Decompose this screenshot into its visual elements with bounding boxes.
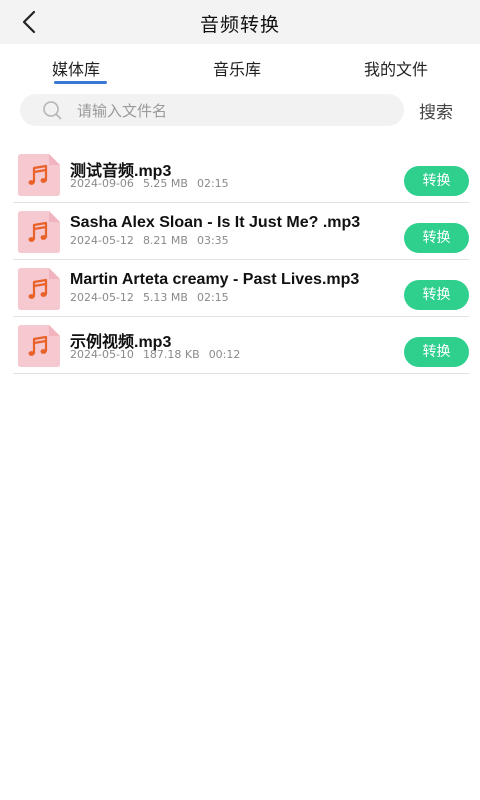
file-duration: 03:35 xyxy=(196,234,229,247)
search-input[interactable]: 请输入文件名 xyxy=(20,94,404,126)
tab-bar: 媒体库 音乐库 我的文件 xyxy=(0,44,480,90)
music-file-icon xyxy=(15,210,61,254)
file-duration: 00:12 xyxy=(208,348,241,361)
file-item[interactable]: Martin Arteta creamy - Past Lives.mp3 202… xyxy=(13,260,469,317)
file-date: 2024-05-10 xyxy=(70,348,134,361)
file-meta: 2024-05-12 8.21 MB 03:35 xyxy=(70,234,238,247)
file-item[interactable]: Sasha Alex Sloan - Is It Just Me? .mp3 20… xyxy=(13,203,469,260)
file-size: 8.21 MB xyxy=(142,234,188,247)
convert-button[interactable]: 转换 xyxy=(404,166,469,196)
file-duration: 02:15 xyxy=(196,291,229,304)
music-file-icon xyxy=(15,153,61,197)
file-size: 187.18 KB xyxy=(142,348,200,361)
tab-music-library[interactable]: 音乐库 xyxy=(213,56,261,80)
tab-my-files[interactable]: 我的文件 xyxy=(364,56,428,80)
file-meta: 2024-05-12 5.13 MB 02:15 xyxy=(70,291,238,304)
file-size: 5.13 MB xyxy=(142,291,188,304)
music-file-icon xyxy=(15,324,61,368)
title-bar: 音频转换 xyxy=(0,0,480,44)
file-item[interactable]: 示例视频.mp3 2024-05-10 187.18 KB 00:12 转换 xyxy=(13,317,469,374)
file-date: 2024-09-06 xyxy=(70,177,134,190)
file-date: 2024-05-12 xyxy=(70,234,134,247)
file-duration: 02:15 xyxy=(196,177,229,190)
file-date: 2024-05-12 xyxy=(70,291,134,304)
file-meta: 2024-09-06 5.25 MB 02:15 xyxy=(70,177,238,190)
file-meta: 2024-05-10 187.18 KB 00:12 xyxy=(70,348,249,361)
search-icon xyxy=(43,101,62,120)
file-name: Sasha Alex Sloan - Is It Just Me? .mp3 xyxy=(70,214,361,231)
search-placeholder: 请输入文件名 xyxy=(77,102,168,120)
file-item[interactable]: 测试音频.mp3 2024-09-06 5.25 MB 02:15 转换 xyxy=(13,146,469,203)
search-button[interactable]: 搜索 xyxy=(419,98,453,123)
file-name: Martin Arteta creamy - Past Lives.mp3 xyxy=(70,271,360,288)
tab-media-library[interactable]: 媒体库 xyxy=(52,56,100,80)
file-size: 5.25 MB xyxy=(142,177,188,190)
music-file-icon xyxy=(15,267,61,311)
convert-button[interactable]: 转换 xyxy=(404,280,469,310)
convert-button[interactable]: 转换 xyxy=(404,223,469,253)
convert-button[interactable]: 转换 xyxy=(404,337,469,367)
file-list: 测试音频.mp3 2024-09-06 5.25 MB 02:15 转换 Sasha Al… xyxy=(13,146,469,374)
active-tab-indicator xyxy=(54,81,107,84)
page-title: 音频转换 xyxy=(199,14,280,36)
